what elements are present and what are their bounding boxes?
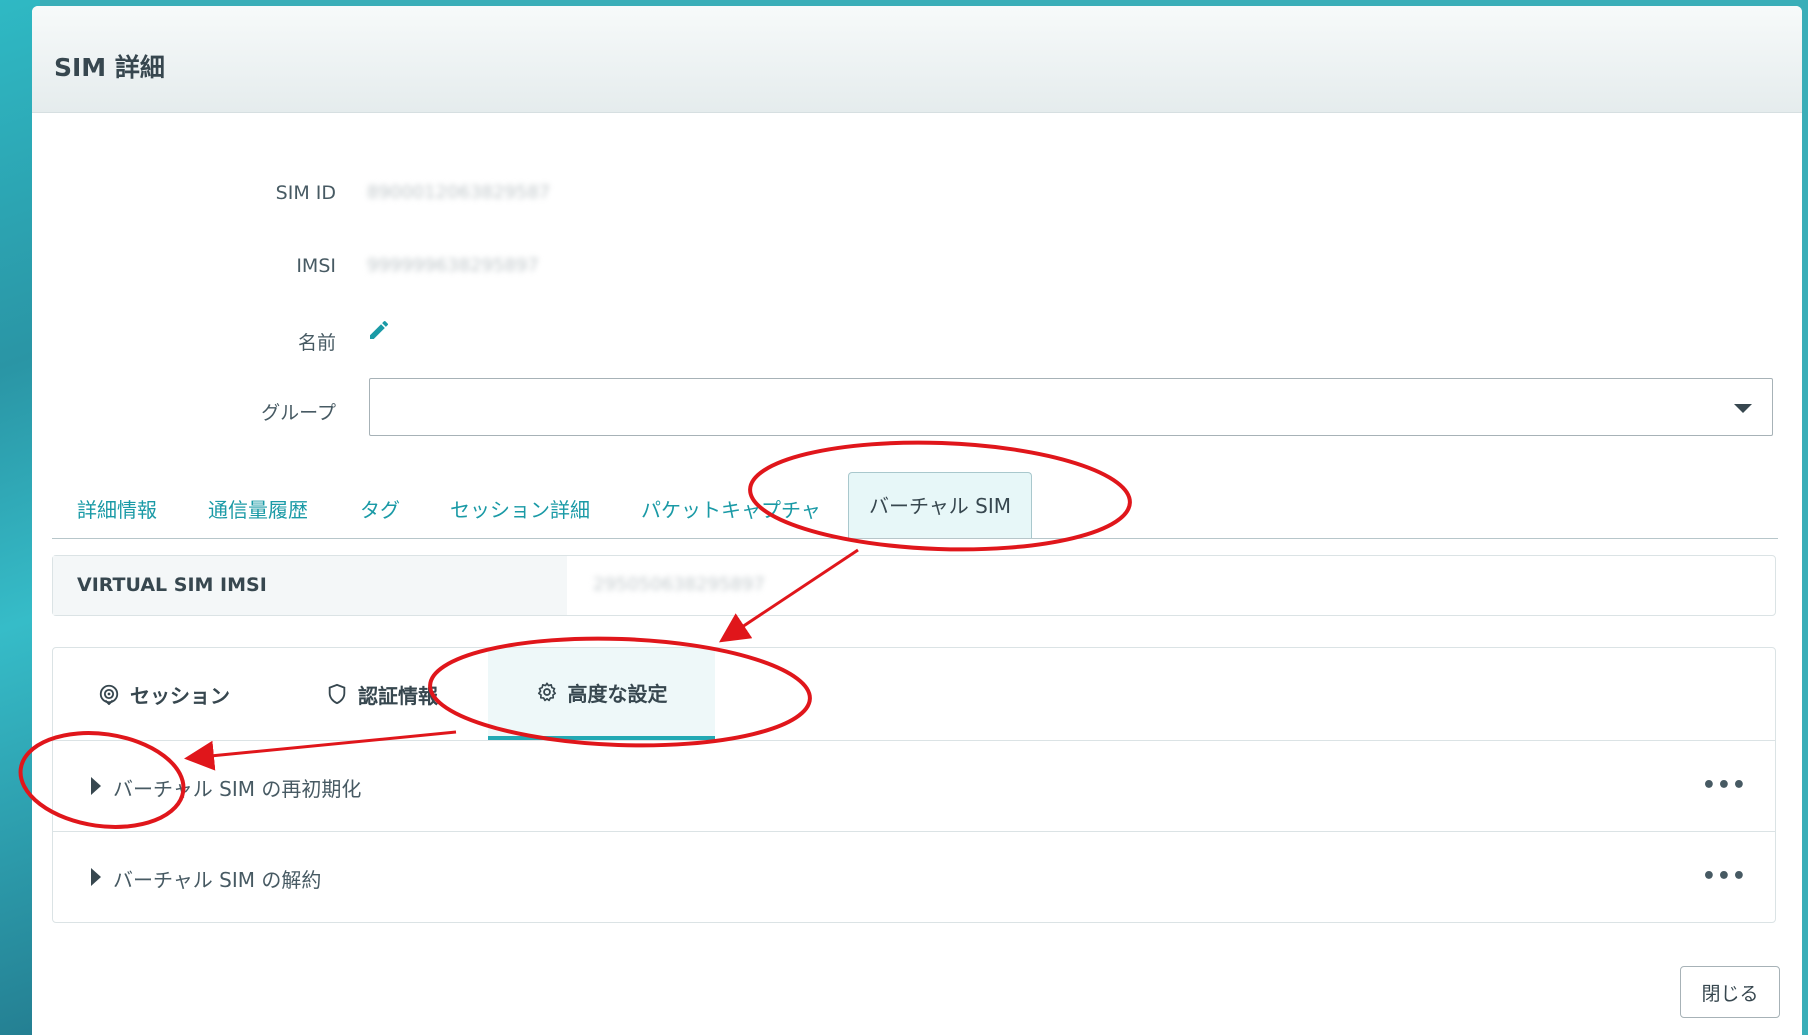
edit-name-pencil-icon[interactable]: [367, 318, 391, 342]
session-icon: [99, 684, 119, 705]
chevron-down-icon: [1734, 404, 1752, 413]
subtab-credentials-label: 認証情報: [358, 683, 438, 708]
more-icon[interactable]: •••: [1702, 773, 1747, 798]
modal-title: SIM 詳細: [54, 53, 165, 82]
virtual-sim-imsi-label: VIRTUAL SIM IMSI: [77, 574, 267, 596]
caret-right-icon: [91, 777, 101, 795]
group-select[interactable]: [369, 378, 1773, 436]
tab-session-details[interactable]: セッション詳細: [450, 494, 590, 523]
sim-id-label: SIM ID: [275, 182, 336, 204]
close-button[interactable]: 閉じる: [1680, 966, 1780, 1018]
caret-right-icon: [91, 868, 101, 886]
subtab-advanced-settings-label: 高度な設定: [567, 681, 668, 706]
tab-packet-capture[interactable]: パケットキャプチャ: [641, 494, 821, 523]
sim-id-value: 8900012063829587: [367, 182, 551, 203]
subtab-session[interactable]: セッション: [98, 648, 258, 740]
shield-icon: [328, 683, 346, 705]
subtab-credentials[interactable]: 認証情報: [326, 648, 466, 740]
tab-virtual-sim[interactable]: バーチャル SIM: [848, 472, 1032, 538]
tabs-divider: [52, 538, 1778, 539]
tab-details[interactable]: 詳細情報: [77, 494, 157, 523]
modal-header: SIM 詳細: [32, 6, 1802, 113]
imsi-label: IMSI: [296, 255, 336, 277]
subtab-session-label: セッション: [130, 683, 230, 708]
tab-traffic-history[interactable]: 通信量履歴: [208, 494, 308, 523]
accordion-label: バーチャル SIM の解約: [113, 868, 322, 892]
name-label: 名前: [297, 332, 336, 354]
subtab-advanced-settings[interactable]: 高度な設定: [488, 648, 715, 740]
sim-detail-modal: SIM 詳細 SIM ID 8900012063829587 IMSI 9999…: [32, 6, 1802, 1035]
imsi-value: 999999638295897: [367, 255, 539, 276]
virtual-sim-panel: セッション 認証情報 高度な設定 バーチャル SIM の再初期化 ••• バーチ…: [52, 647, 1776, 923]
gear-icon: [537, 682, 556, 702]
virtual-sim-imsi-row: VIRTUAL SIM IMSI 295050638295897: [52, 555, 1776, 616]
virtual-sim-imsi-label-cell: VIRTUAL SIM IMSI: [53, 556, 567, 615]
group-label: グループ: [261, 402, 336, 424]
more-icon[interactable]: •••: [1702, 864, 1747, 889]
tab-tags[interactable]: タグ: [360, 494, 400, 523]
accordion-item-reinitialize[interactable]: バーチャル SIM の再初期化 •••: [53, 741, 1775, 831]
virtual-sim-imsi-value: 295050638295897: [593, 574, 765, 595]
accordion-item-terminate[interactable]: バーチャル SIM の解約 •••: [53, 832, 1775, 922]
accordion-label: バーチャル SIM の再初期化: [113, 777, 362, 801]
